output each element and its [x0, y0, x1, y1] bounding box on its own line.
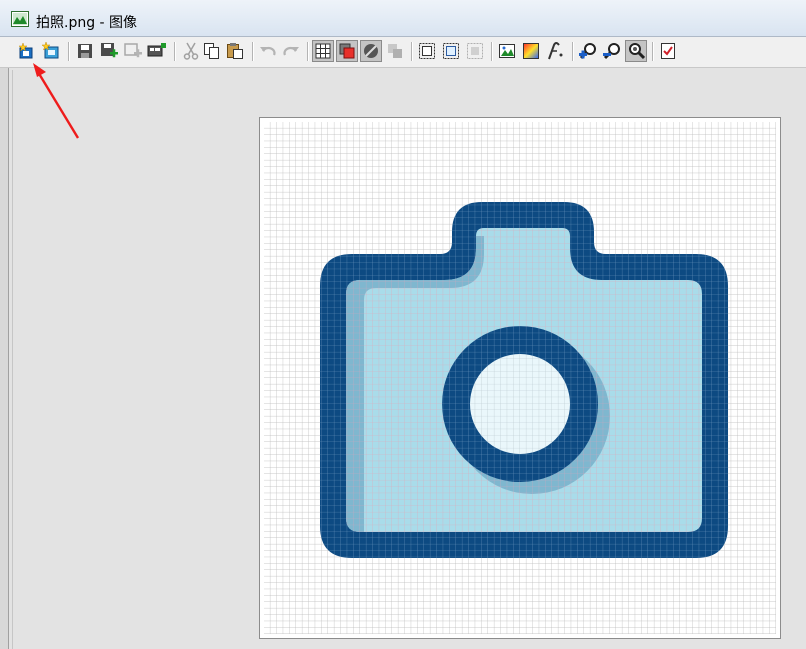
transparent-color-icon: [339, 43, 355, 59]
background-color-icon: [364, 44, 378, 58]
effects-icon: [548, 42, 563, 60]
zoom-in-icon: [579, 43, 596, 60]
cut-button[interactable]: [180, 40, 202, 62]
apply-button[interactable]: [657, 40, 679, 62]
apply-icon: [661, 43, 675, 59]
frames-icon: [147, 43, 166, 57]
new-image-button[interactable]: [16, 40, 38, 62]
grid-button[interactable]: [312, 40, 334, 62]
zoom-actual-icon: [629, 43, 645, 60]
background-color-button[interactable]: [360, 40, 382, 62]
select-frame-icon: [443, 43, 459, 59]
frames-button[interactable]: [146, 40, 168, 62]
add-frame-icon: [124, 43, 142, 58]
save-add-button[interactable]: [98, 40, 120, 62]
copy-icon: [204, 43, 219, 59]
layers-button[interactable]: [384, 40, 406, 62]
save-add-icon: [101, 43, 118, 58]
select-all-icon: [419, 43, 435, 59]
undo-icon: [260, 46, 276, 56]
paste-button[interactable]: [224, 40, 246, 62]
select-all-button[interactable]: [416, 40, 438, 62]
zoom-out-icon: [603, 43, 620, 60]
window-title: 拍照.png - 图像: [36, 15, 138, 31]
save-icon: [78, 44, 92, 58]
image-editor-window: 拍照.png - 图像: [0, 0, 806, 649]
image-properties-icon: [499, 44, 515, 58]
zoom-actual-button[interactable]: [625, 40, 647, 62]
camera-image[interactable]: [264, 122, 776, 634]
color-palette-icon: [523, 43, 539, 59]
new-image-alt-icon: [42, 42, 59, 59]
zoom-in-button[interactable]: [577, 40, 599, 62]
save-button[interactable]: [74, 40, 96, 62]
cut-icon: [183, 42, 199, 60]
paste-icon: [227, 43, 243, 59]
workspace-left-edge: [0, 68, 9, 649]
crop-button[interactable]: [464, 40, 486, 62]
redo-icon: [283, 46, 299, 56]
image-app-icon: [11, 11, 29, 27]
undo-button[interactable]: [257, 40, 279, 62]
effects-button[interactable]: [544, 40, 566, 62]
select-frame-button[interactable]: [440, 40, 462, 62]
image-properties-button[interactable]: [496, 40, 518, 62]
transparent-color-button[interactable]: [336, 40, 358, 62]
lens-center: [470, 354, 570, 454]
crop-icon: [467, 43, 483, 59]
copy-button[interactable]: [201, 40, 223, 62]
new-image-alt-button[interactable]: [40, 40, 62, 62]
toolbar: [0, 37, 806, 68]
redo-button[interactable]: [280, 40, 302, 62]
zoom-out-button[interactable]: [601, 40, 623, 62]
layers-icon: [388, 44, 402, 58]
color-palette-button[interactable]: [520, 40, 542, 62]
image-canvas[interactable]: [259, 117, 781, 639]
add-frame-button[interactable]: [122, 40, 144, 62]
grid-icon: [315, 43, 331, 59]
new-image-icon: [18, 42, 33, 59]
title-bar: 拍照.png - 图像: [0, 0, 806, 37]
